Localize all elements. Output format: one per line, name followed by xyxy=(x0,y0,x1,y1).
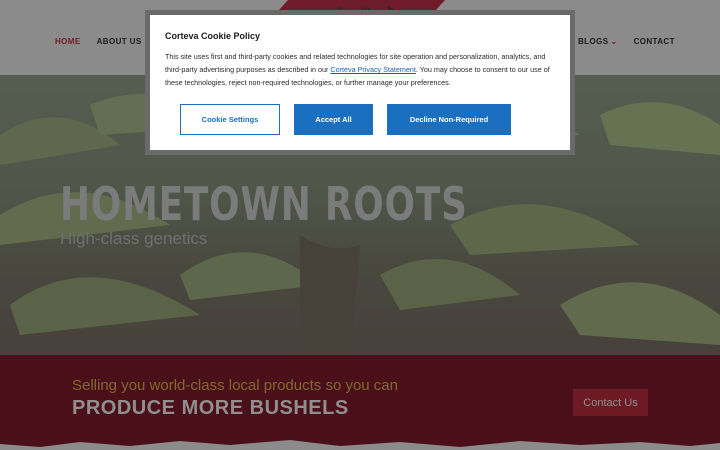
cookie-modal: Corteva Cookie Policy This site uses fir… xyxy=(150,15,570,150)
banner-tagline: Selling you world-class local products s… xyxy=(72,377,398,394)
cookie-settings-button[interactable]: Cookie Settings xyxy=(180,104,280,135)
chevron-down-icon: ⌄ xyxy=(610,37,618,46)
accept-all-button[interactable]: Accept All xyxy=(294,104,373,135)
hero-title: HOMETOWN ROOTS xyxy=(60,177,468,231)
nav-blogs[interactable]: BLOGS ⌄ xyxy=(578,37,618,46)
nav-contact[interactable]: CONTACT xyxy=(634,37,675,46)
contact-us-button[interactable]: Contact Us xyxy=(573,389,648,416)
cta-banner: Selling you world-class local products s… xyxy=(0,355,720,450)
main-nav-right: BLOGS ⌄ CONTACT xyxy=(578,37,675,46)
torn-edge-divider xyxy=(0,440,720,450)
hero-subtitle: High-class genetics xyxy=(60,229,208,248)
nav-about-us[interactable]: ABOUT US xyxy=(97,37,142,46)
privacy-statement-link[interactable]: Corteva Privacy Statement xyxy=(330,65,416,74)
banner-headline: PRODUCE MORE BUSHELS xyxy=(72,397,349,419)
nav-blogs-label: BLOGS xyxy=(578,37,609,46)
nav-home[interactable]: HOME xyxy=(55,37,81,46)
cookie-modal-title: Corteva Cookie Policy xyxy=(165,31,261,41)
decline-non-required-button[interactable]: Decline Non-Required xyxy=(387,104,511,135)
cookie-modal-text: This site uses first and third-party coo… xyxy=(165,50,560,89)
